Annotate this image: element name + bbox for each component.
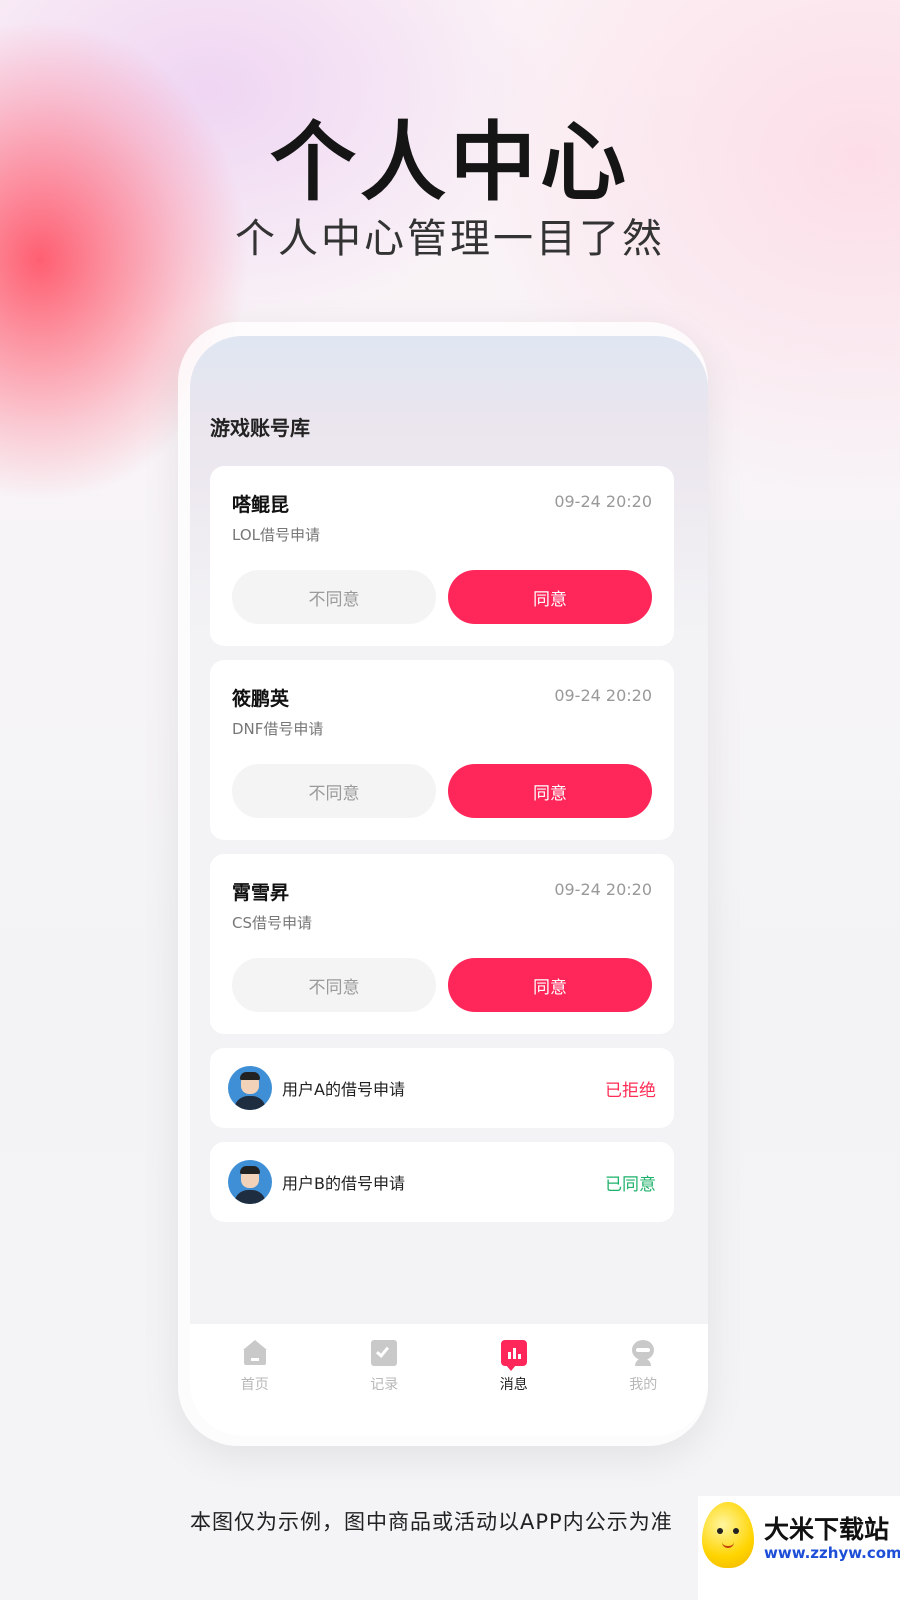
- message-chart-icon: [500, 1340, 527, 1371]
- tab-label: 首页: [240, 1377, 269, 1393]
- home-icon: [242, 1340, 268, 1366]
- screen-title: 游戏账号库: [210, 416, 310, 440]
- watermark: 大米下载站 www.zzhyw.com: [698, 1496, 900, 1600]
- profile-icon: [630, 1340, 656, 1366]
- request-card: 霄雪昇 09-24 20:20 CS借号申请 不同意 同意: [210, 854, 674, 1034]
- accept-button[interactable]: 同意: [448, 764, 652, 818]
- request-time: 09-24 20:20: [554, 880, 652, 899]
- history-item[interactable]: 用户A的借号申请 已拒绝: [210, 1048, 674, 1128]
- request-card: 筱鹏英 09-24 20:20 DNF借号申请 不同意 同意: [210, 660, 674, 840]
- avatar: [228, 1066, 272, 1110]
- request-description: DNF借号申请: [232, 720, 324, 738]
- avatar: [228, 1160, 272, 1204]
- requester-name: 筱鹏英: [232, 688, 290, 710]
- mascot-logo-icon: [702, 1502, 754, 1568]
- reject-button[interactable]: 不同意: [232, 764, 436, 818]
- history-label: 用户A的借号申请: [282, 1080, 405, 1099]
- reject-button[interactable]: 不同意: [232, 958, 436, 1012]
- tab-messages[interactable]: 消息: [449, 1324, 579, 1436]
- request-description: CS借号申请: [232, 914, 312, 932]
- request-card: 嗒鲲昆 09-24 20:20 LOL借号申请 不同意 同意: [210, 466, 674, 646]
- request-time: 09-24 20:20: [554, 492, 652, 511]
- history-label: 用户B的借号申请: [282, 1174, 405, 1193]
- watermark-url: www.zzhyw.com: [764, 1544, 900, 1562]
- tab-profile[interactable]: 我的: [579, 1324, 709, 1436]
- requester-name: 嗒鲲昆: [232, 494, 290, 516]
- requester-name: 霄雪昇: [232, 882, 290, 904]
- status-badge: 已同意: [605, 1175, 656, 1195]
- tab-records[interactable]: 记录: [320, 1324, 450, 1436]
- accept-button[interactable]: 同意: [448, 958, 652, 1012]
- hero-title: 个人中心: [270, 113, 630, 213]
- disclaimer-text: 本图仅为示例，图中商品或活动以APP内公示为准: [190, 1510, 673, 1534]
- phone-screen: 游戏账号库 嗒鲲昆 09-24 20:20 LOL借号申请 不同意 同意 筱鹏英…: [190, 336, 708, 1436]
- request-time: 09-24 20:20: [554, 686, 652, 705]
- check-icon: [371, 1340, 398, 1366]
- tab-label: 消息: [499, 1377, 528, 1393]
- tab-home[interactable]: 首页: [190, 1324, 320, 1436]
- status-badge: 已拒绝: [605, 1081, 656, 1101]
- watermark-name: 大米下载站: [764, 1515, 890, 1544]
- bottom-tab-bar: 首页 记录 消息 我的: [190, 1324, 708, 1436]
- request-description: LOL借号申请: [232, 526, 320, 544]
- hero-subtitle: 个人中心管理一目了然: [235, 216, 665, 262]
- reject-button[interactable]: 不同意: [232, 570, 436, 624]
- tab-label: 我的: [629, 1377, 658, 1393]
- tab-label: 记录: [370, 1377, 399, 1393]
- accept-button[interactable]: 同意: [448, 570, 652, 624]
- history-item[interactable]: 用户B的借号申请 已同意: [210, 1142, 674, 1222]
